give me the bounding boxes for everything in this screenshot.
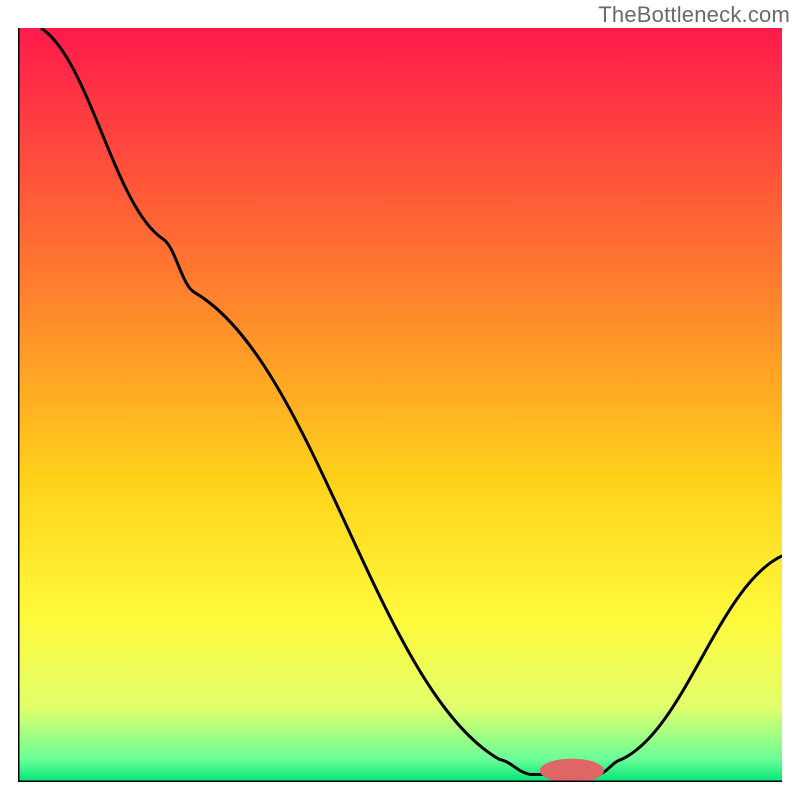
- gradient-background: [18, 28, 782, 782]
- optimal-marker: [540, 759, 604, 782]
- chart-plot-area: [18, 28, 782, 782]
- watermark-text: TheBottleneck.com: [598, 2, 790, 28]
- chart-svg: [18, 28, 782, 782]
- chart-container: TheBottleneck.com: [0, 0, 800, 800]
